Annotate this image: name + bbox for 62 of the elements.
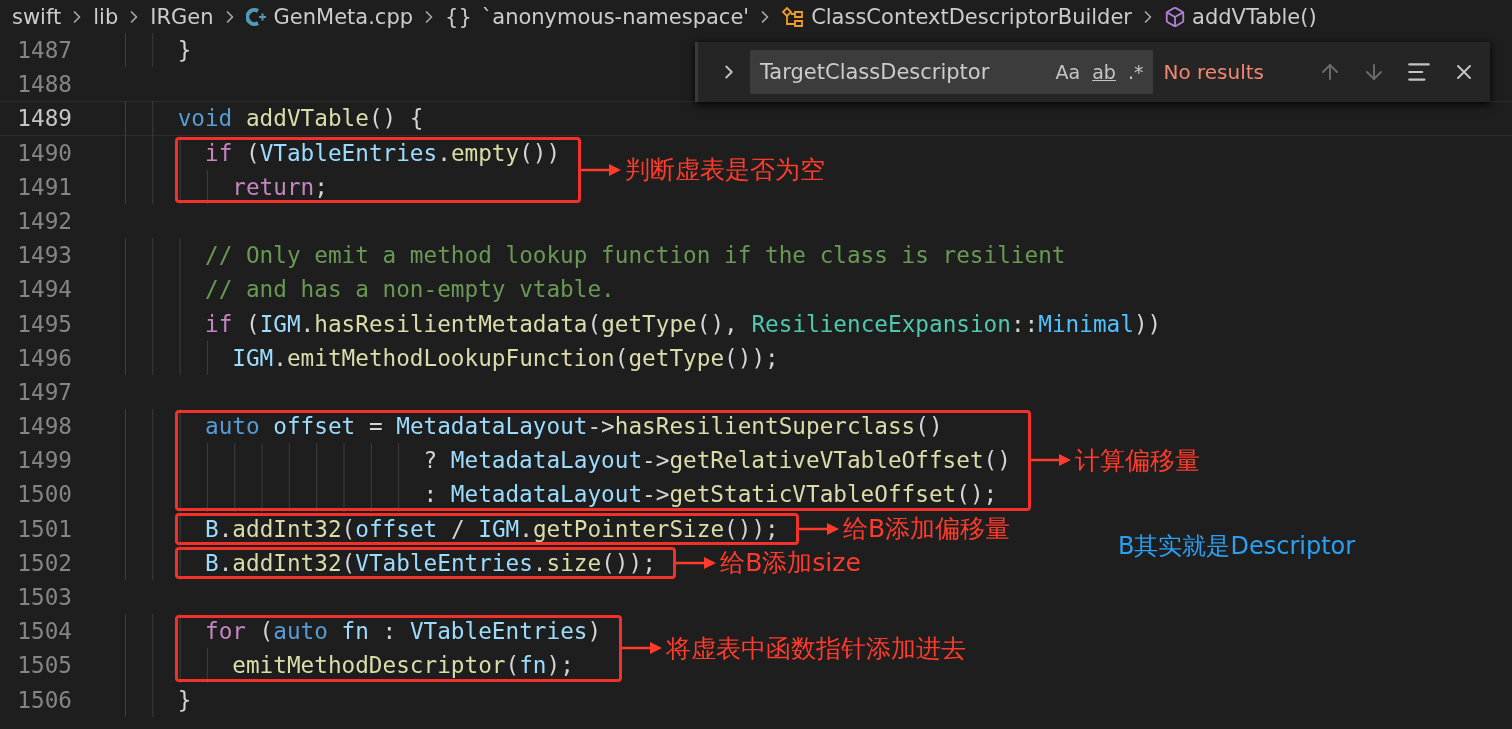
arrow-icon [799, 521, 840, 536]
search-option-toggle[interactable]: .* [1127, 61, 1144, 83]
code-comment: // Only emit a method lookup function if the class is resilient [123, 238, 1066, 273]
line-number: 1493 [16, 241, 73, 271]
line-number: 1488 [16, 70, 73, 100]
line-number: 1492 [16, 206, 73, 236]
code-line: if (VTableEntries.empty()) [123, 135, 561, 170]
code-line: B.addInt32(offset / IGM.getPointerSize()); [123, 511, 779, 546]
arrow-icon [676, 555, 717, 570]
breadcrumb-item[interactable]: addVTable() [1192, 4, 1317, 29]
breadcrumb-item[interactable]: IRGen [150, 4, 214, 29]
search-status: No results [1163, 60, 1264, 84]
annotation-text: 计算偏移量 [1075, 444, 1201, 477]
code-line: ? MetadataLayout->getRelativeVTableOffset() [123, 443, 1011, 478]
line-number: 1498 [16, 412, 73, 442]
arrow-icon [621, 641, 662, 656]
class-icon [781, 5, 806, 28]
line-number: 1494 [16, 275, 73, 305]
code-line: if (IGM.hasResilientMetadata(getType(), ResilienceExpansion::Minimal)) [123, 306, 1162, 341]
breadcrumb-item[interactable]: ClassContextDescriptorBuilder [811, 4, 1132, 29]
code-line: B.addInt32(VTableEntries.size()); [123, 545, 656, 580]
breadcrumb-item[interactable]: `anonymous-namespace' [481, 4, 750, 29]
code-line: : MetadataLayout->getStaticVTableOffset(); [123, 477, 998, 512]
breadcrumb-item[interactable]: swift [12, 4, 62, 29]
arrow-icon [580, 162, 621, 177]
annotation-text: 判断虚表是否为空 [624, 154, 825, 187]
code-line: emitMethodDescriptor(fn); [123, 648, 574, 683]
code-line: auto offset = MetadataLayout->hasResilientSuperclass() [123, 409, 943, 444]
code-line: } [123, 33, 192, 68]
search-option-toggle[interactable]: ab [1092, 61, 1116, 83]
code-line: for (auto fn : VTableEntries) [123, 614, 602, 649]
cpp-file-icon [245, 6, 268, 27]
cube-icon [1164, 5, 1186, 28]
line-number: 1491 [16, 172, 73, 202]
code-line: IGM.emitMethodLookupFunction(getType()); [123, 340, 779, 375]
line-number: 1503 [16, 583, 73, 612]
line-number: 1506 [16, 685, 73, 715]
annotation-text: 将虚表中函数指针添加进去 [665, 632, 966, 665]
line-number: 1496 [16, 343, 73, 373]
search-option-toggle[interactable]: Aa [1055, 61, 1081, 83]
line-number: 1489 [16, 104, 73, 134]
search-field[interactable]: TargetClassDescriptor Aa ab .* [750, 50, 1154, 94]
line-number: 1502 [16, 548, 73, 578]
code-line: void addVTable() { [123, 101, 424, 136]
line-number: 1500 [16, 480, 73, 510]
breadcrumb-item[interactable]: lib [93, 4, 119, 29]
line-number: 1501 [16, 514, 73, 544]
line-number: 1505 [16, 651, 73, 681]
code-comment: // and has a non-empty vtable. [123, 272, 615, 307]
braces-icon: {} [445, 4, 472, 29]
annotation-text: 给B添加size [720, 547, 861, 580]
annotation-text: B其实就是Descriptor [1118, 531, 1356, 562]
annotation-text: 给B添加偏移量 [843, 513, 1011, 546]
line-number: 1499 [16, 446, 73, 476]
breadcrumb-item[interactable]: GenMeta.cpp [273, 4, 414, 29]
code-line: } [123, 682, 192, 717]
line-number: 1495 [16, 309, 73, 339]
arrow-icon [1031, 453, 1072, 468]
line-number: 1490 [16, 138, 73, 168]
line-number: 1504 [16, 617, 73, 647]
line-number: 1497 [16, 377, 73, 407]
line-number: 1487 [16, 36, 73, 65]
